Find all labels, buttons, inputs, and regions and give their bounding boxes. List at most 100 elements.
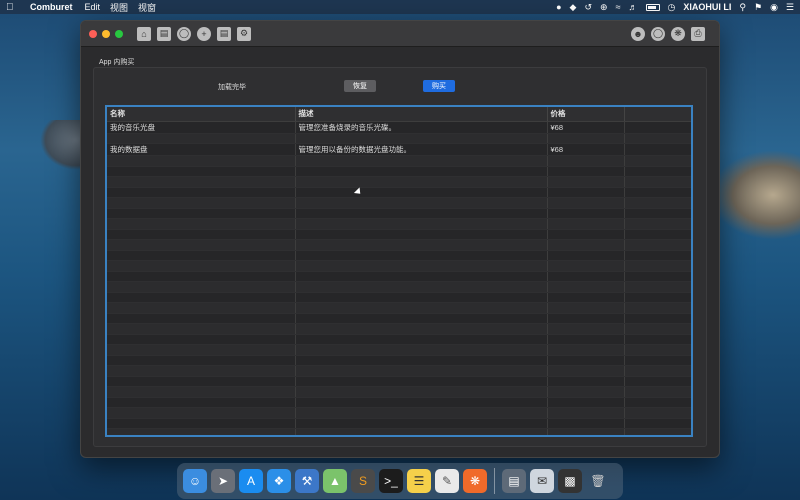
table-empty-row bbox=[107, 166, 691, 177]
search-icon[interactable]: ⚲ bbox=[739, 2, 746, 13]
products-table[interactable]: 名称 描述 价格 我的音乐光盘 管理您准备烧录的音乐光碟。 ¥68 我的数据盘 … bbox=[105, 105, 693, 437]
empty-cell bbox=[547, 365, 625, 377]
empty-cell bbox=[624, 260, 691, 272]
time-machine-icon[interactable]: ↺ bbox=[584, 2, 592, 13]
dock: ☺ ➤ A ❖ ⚒ ▲ S >_ ☰ ✎ ❋ ▤ ✉ ▩ 🗑 bbox=[177, 463, 623, 499]
menu-edit[interactable]: Edit bbox=[85, 2, 101, 12]
textedit-icon[interactable]: ✎ bbox=[435, 469, 459, 493]
empty-cell bbox=[107, 166, 296, 177]
user-icon[interactable]: ☻ bbox=[631, 26, 645, 41]
elephant-icon[interactable]: ◆ bbox=[570, 2, 577, 13]
empty-cell bbox=[547, 229, 625, 240]
empty-cell bbox=[295, 313, 548, 324]
control-center-icon[interactable]: ☰ bbox=[786, 2, 794, 13]
empty-cell bbox=[295, 355, 548, 366]
empty-cell bbox=[295, 334, 548, 345]
network-icon[interactable]: ⊕ bbox=[600, 2, 608, 13]
buy-button[interactable]: 购买 bbox=[423, 80, 455, 92]
empty-cell bbox=[547, 292, 625, 303]
flag-icon[interactable]: ⚑ bbox=[754, 2, 762, 13]
siri-icon[interactable]: ◉ bbox=[770, 2, 778, 13]
column-header-extra[interactable] bbox=[624, 107, 691, 122]
table-empty-row bbox=[107, 187, 691, 198]
load-status: 加载完毕 bbox=[218, 84, 246, 91]
empty-cell bbox=[295, 229, 548, 240]
clock-icon[interactable]: ◷ bbox=[668, 2, 676, 13]
table-empty-row bbox=[107, 344, 691, 356]
empty-cell bbox=[547, 281, 625, 293]
disc-icon[interactable]: ◯ bbox=[177, 26, 191, 41]
burn-app-icon[interactable]: ❋ bbox=[463, 469, 487, 493]
empty-cell bbox=[295, 239, 548, 251]
cell-name: 我的音乐光盘 bbox=[107, 121, 296, 134]
safari-icon[interactable]: ❖ bbox=[267, 469, 291, 493]
printer-icon[interactable]: ⎙ bbox=[691, 26, 705, 41]
disc-add-icon[interactable]: + bbox=[197, 26, 211, 41]
minimize-button[interactable] bbox=[102, 29, 110, 38]
cell-description bbox=[295, 133, 548, 144]
empty-cell bbox=[295, 323, 548, 335]
app-store-icon[interactable]: A bbox=[239, 469, 263, 493]
mail-thumbnail-icon[interactable]: ✉ bbox=[530, 469, 554, 493]
empty-cell bbox=[547, 176, 625, 188]
notes-icon[interactable]: ☰ bbox=[407, 469, 431, 493]
window-thumbnail-icon[interactable]: ▤ bbox=[502, 469, 526, 493]
wifi-icon[interactable]: ≈ bbox=[616, 2, 621, 12]
cell-extra bbox=[624, 121, 691, 134]
table-row[interactable] bbox=[107, 133, 691, 144]
table-empty-row bbox=[107, 397, 691, 408]
screen-thumbnail-icon[interactable]: ▩ bbox=[558, 469, 582, 493]
column-header-name[interactable]: 名称 bbox=[107, 107, 296, 122]
column-header-price[interactable]: 价格 bbox=[547, 107, 625, 122]
empty-cell bbox=[547, 260, 625, 272]
table-empty-row bbox=[107, 260, 691, 272]
table-row[interactable]: 我的数据盘 管理您用以备份的数据光盘功能。 ¥68 bbox=[107, 143, 691, 156]
home-icon[interactable]: ⌂ bbox=[137, 26, 151, 41]
empty-cell bbox=[107, 187, 296, 198]
file-settings-icon[interactable]: ⚙ bbox=[237, 26, 251, 41]
empty-cell bbox=[624, 302, 691, 314]
creative-cloud-icon[interactable]: ● bbox=[556, 2, 561, 12]
sublime-icon[interactable]: S bbox=[351, 469, 375, 493]
apple-menu-icon[interactable]:  bbox=[6, 2, 18, 13]
empty-cell bbox=[107, 365, 296, 377]
empty-cell bbox=[624, 376, 691, 387]
empty-cell bbox=[107, 407, 296, 419]
trash-icon[interactable]: 🗑 bbox=[586, 469, 610, 493]
table-empty-row bbox=[107, 386, 691, 398]
empty-cell bbox=[624, 323, 691, 335]
volume-icon[interactable]: ♬ bbox=[629, 2, 638, 12]
menu-app-name[interactable]: Comburet bbox=[30, 2, 73, 12]
empty-cell bbox=[547, 355, 625, 366]
zoom-button[interactable] bbox=[115, 29, 123, 38]
disc-icon[interactable]: ◯ bbox=[651, 26, 665, 41]
battery-icon[interactable] bbox=[645, 3, 660, 11]
file-icon[interactable]: ▤ bbox=[217, 26, 231, 41]
table-empty-row bbox=[107, 418, 691, 429]
launchpad-icon[interactable]: ➤ bbox=[211, 469, 235, 493]
menu-user-name[interactable]: XIAOHUI LI bbox=[683, 2, 731, 12]
disc-burn-icon[interactable]: ❋ bbox=[671, 26, 685, 41]
empty-cell bbox=[624, 218, 691, 230]
column-header-description[interactable]: 描述 bbox=[295, 107, 548, 122]
document-icon[interactable]: ▤ bbox=[157, 26, 171, 41]
empty-cell bbox=[624, 281, 691, 293]
menu-window[interactable]: 视窗 bbox=[138, 1, 156, 14]
menu-bar:  Comburet Edit 视图 视窗 ● ◆ ↺ ⊕ ≈ ♬ ◷ XIAO… bbox=[0, 0, 800, 14]
empty-cell bbox=[295, 260, 548, 272]
empty-cell bbox=[107, 229, 296, 240]
menu-view[interactable]: 视图 bbox=[110, 1, 128, 14]
xcode-icon[interactable]: ⚒ bbox=[295, 469, 319, 493]
vue-icon[interactable]: ▲ bbox=[323, 469, 347, 493]
table-row[interactable]: 我的音乐光盘 管理您准备烧录的音乐光碟。 ¥68 bbox=[107, 121, 691, 134]
cell-extra bbox=[624, 143, 691, 156]
empty-cell bbox=[624, 271, 691, 282]
close-button[interactable] bbox=[89, 29, 97, 38]
restore-button[interactable]: 恢复 bbox=[344, 80, 376, 92]
table-empty-row bbox=[107, 376, 691, 387]
empty-cell bbox=[624, 239, 691, 251]
empty-cell bbox=[624, 229, 691, 240]
empty-cell bbox=[107, 292, 296, 303]
terminal-icon[interactable]: >_ bbox=[379, 469, 403, 493]
finder-icon[interactable]: ☺ bbox=[183, 469, 207, 493]
